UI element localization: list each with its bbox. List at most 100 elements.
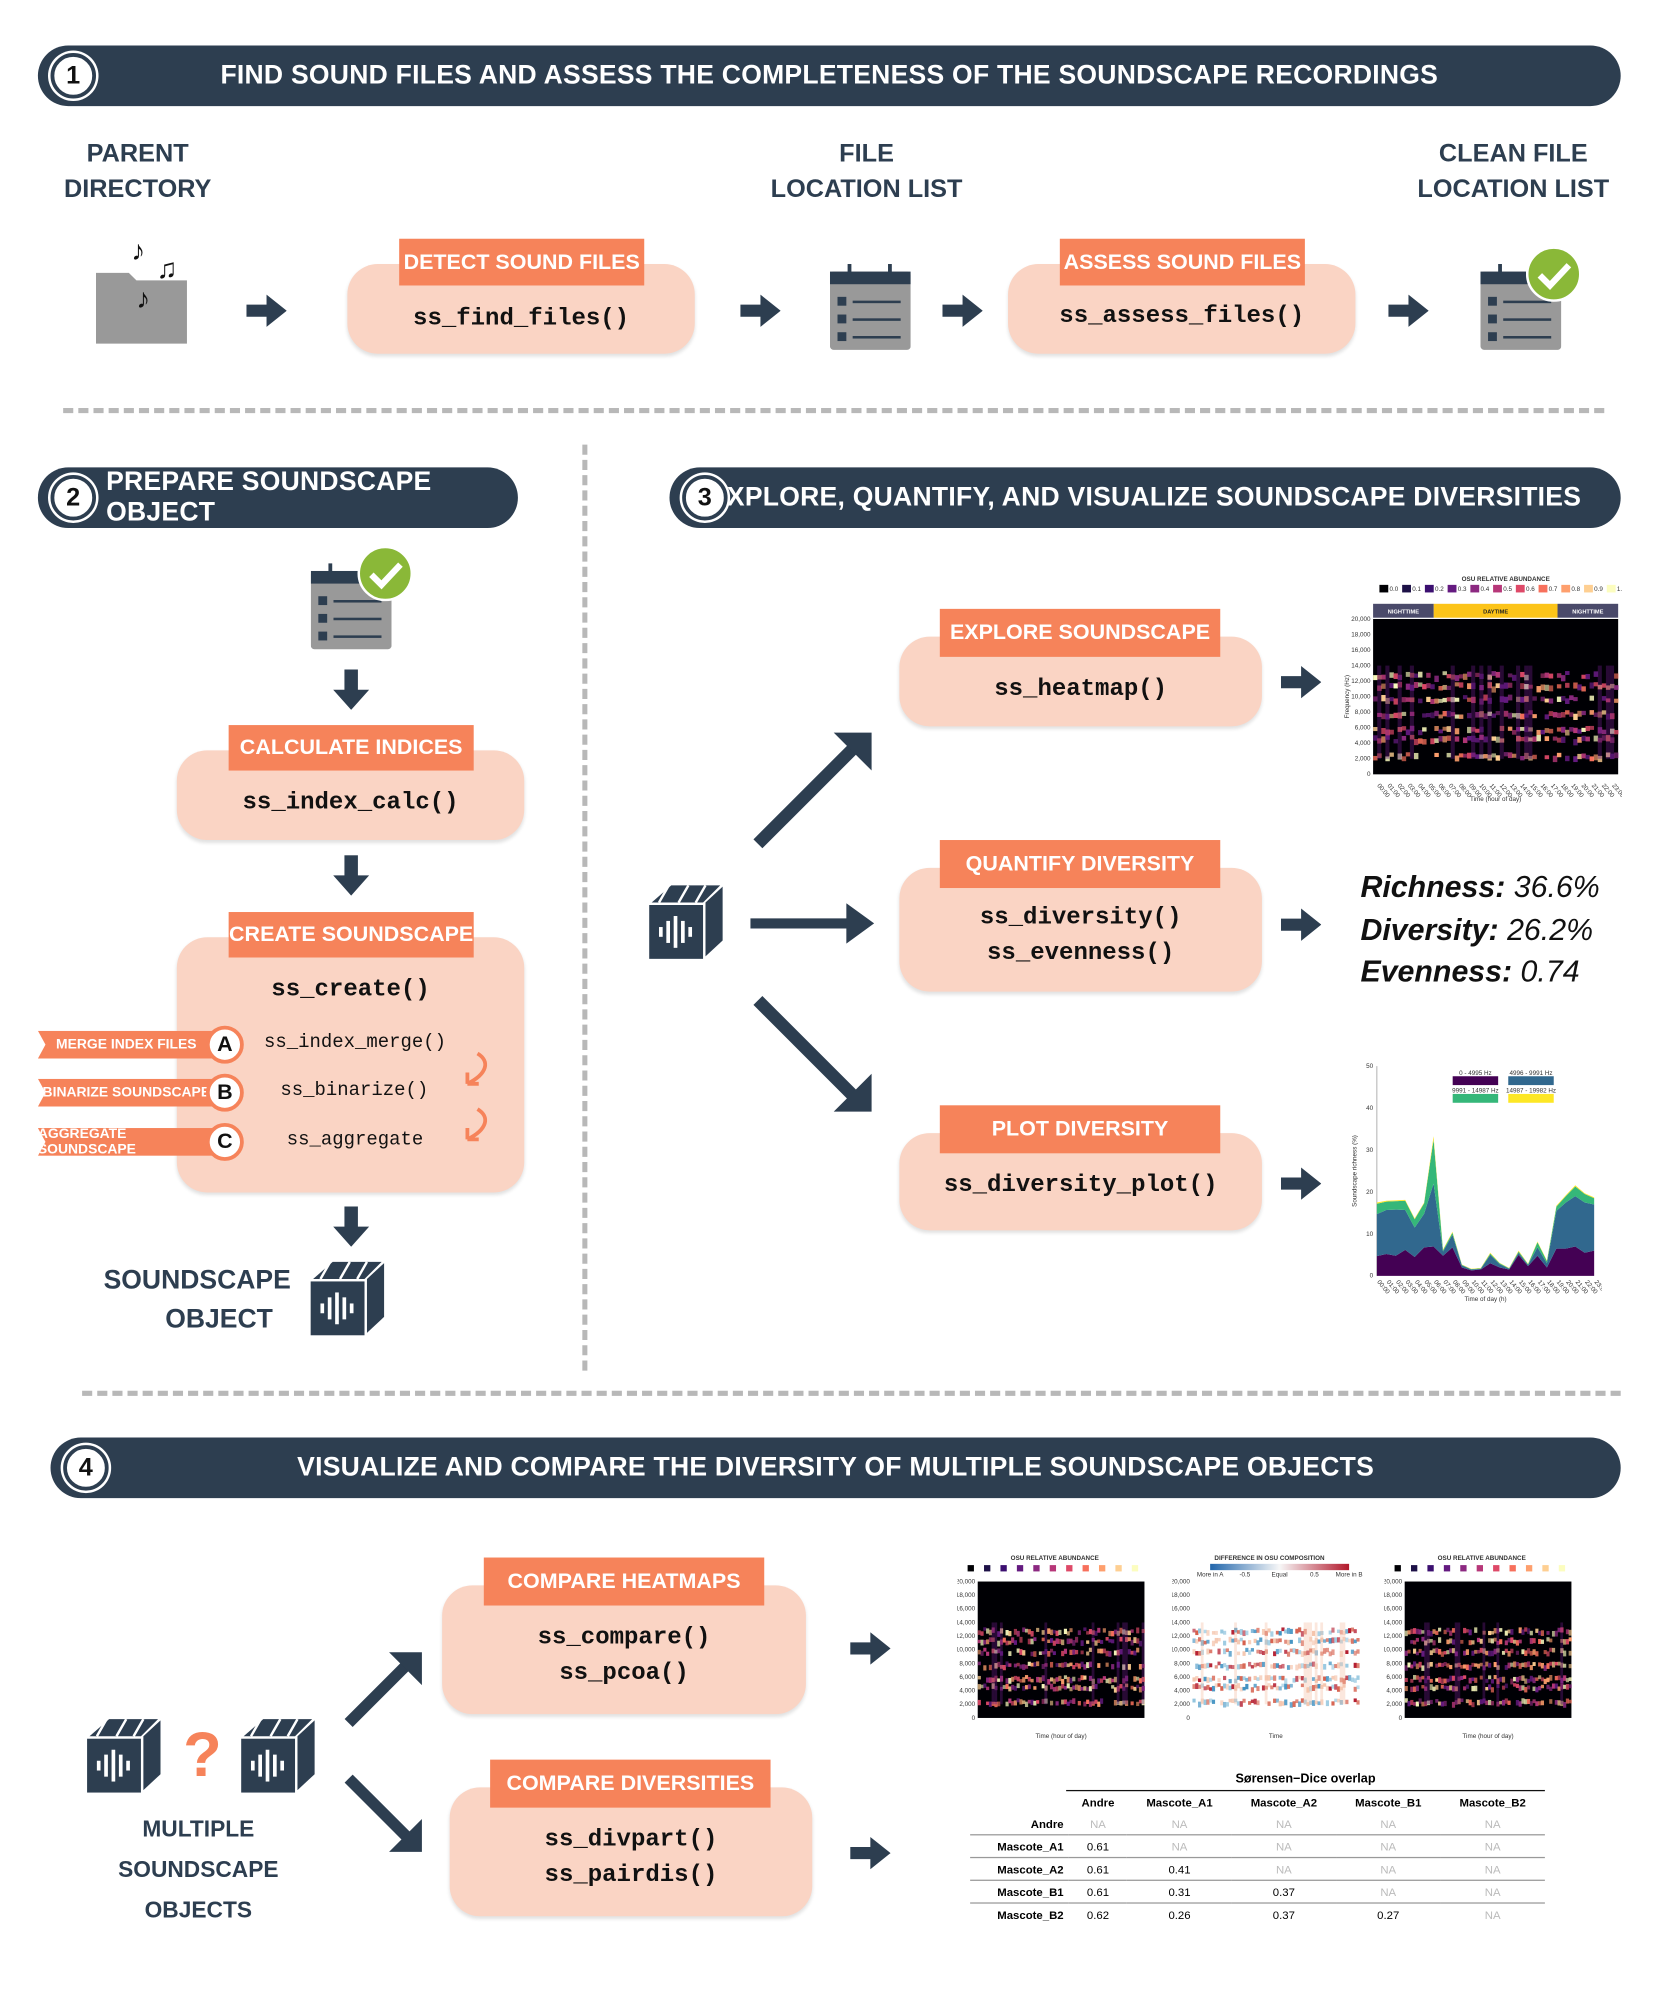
heatmap-cell bbox=[1373, 735, 1378, 741]
substep-function: ss_aggregate bbox=[286, 1129, 424, 1151]
heatmap-cell bbox=[1438, 1701, 1442, 1706]
heatmap-cell bbox=[1256, 1640, 1260, 1646]
heatmap-cell bbox=[1138, 1678, 1143, 1684]
step-tag: CALCULATE INDICES bbox=[228, 725, 474, 771]
heatmap-cell bbox=[1228, 1636, 1232, 1643]
arrow-down-icon bbox=[332, 669, 370, 709]
heatmap-cell bbox=[1526, 1698, 1531, 1704]
heatmap-cell bbox=[1259, 1637, 1263, 1642]
heatmap-cell bbox=[1323, 1639, 1327, 1643]
heatmap-cell bbox=[1468, 1629, 1472, 1636]
heatmap-cell bbox=[1097, 1627, 1101, 1633]
heatmap-cell bbox=[1467, 683, 1472, 690]
heatmap-cell bbox=[1086, 1662, 1090, 1669]
y-tick-label: 20,000 bbox=[958, 1578, 976, 1585]
y-tick-label: 20,000 bbox=[1384, 1578, 1402, 1585]
heatmap-cell bbox=[1585, 725, 1590, 732]
heatmap-cell bbox=[1421, 1701, 1425, 1707]
label-line: LOCATION LIST bbox=[770, 175, 963, 204]
heatmap-cell bbox=[1488, 1638, 1492, 1643]
heatmap-cell bbox=[1192, 1684, 1196, 1689]
heatmap-cell bbox=[1264, 1622, 1268, 1705]
table-row: Mascote_A1 0.61 NA NA NA NA bbox=[970, 1834, 1545, 1858]
heatmap-cell bbox=[1088, 1701, 1093, 1707]
heatmap-cell bbox=[1047, 1639, 1051, 1644]
heatmap-cell bbox=[1521, 1649, 1525, 1655]
heatmap-cell bbox=[1356, 1649, 1360, 1654]
heatmap-cell bbox=[1206, 1639, 1210, 1644]
heatmap-cell bbox=[1130, 1629, 1134, 1633]
heatmap-cell bbox=[1311, 1677, 1316, 1681]
heatmap-cell bbox=[1273, 1698, 1277, 1703]
heatmap-cell bbox=[1434, 710, 1439, 717]
heatmap-cell bbox=[1589, 695, 1595, 701]
y-tick-label: 14,000 bbox=[958, 1619, 976, 1626]
heatmap-cell bbox=[1381, 713, 1386, 720]
heatmap-cell bbox=[1526, 1648, 1531, 1654]
heatmap-cell bbox=[1524, 1678, 1528, 1684]
y-tick-label: 16,000 bbox=[1351, 647, 1371, 654]
heatmap-cell bbox=[1510, 1678, 1514, 1685]
heatmap-cell bbox=[1311, 1640, 1316, 1646]
heatmap-cell bbox=[1446, 1639, 1450, 1645]
heatmap-cell bbox=[1446, 735, 1452, 741]
heatmap-cell bbox=[1475, 728, 1480, 733]
heatmap-cell bbox=[1554, 1630, 1558, 1637]
heatmap-background bbox=[1373, 618, 1619, 775]
heatmap-cell bbox=[1513, 1683, 1517, 1687]
heatmap-cell bbox=[986, 1639, 990, 1645]
legend-label: 9991 - 14987 Hz bbox=[1452, 1088, 1499, 1095]
heatmap-cell bbox=[1485, 1700, 1489, 1706]
heatmap-cell bbox=[1011, 1637, 1015, 1643]
heatmap-cell bbox=[1511, 753, 1517, 758]
heatmap-cell bbox=[1217, 1661, 1221, 1666]
heatmap-cell bbox=[1540, 684, 1546, 691]
table-cell: NA bbox=[1090, 1817, 1106, 1830]
heatmap-cell bbox=[1538, 1631, 1542, 1636]
heatmap-cell bbox=[1462, 673, 1468, 680]
y-tick-label: 8,000 bbox=[1386, 1660, 1402, 1667]
heatmap-cell bbox=[1485, 1686, 1489, 1691]
heatmap-cell bbox=[1407, 1662, 1411, 1668]
heatmap-cell bbox=[1353, 1639, 1357, 1644]
heatmap-cell bbox=[1488, 1630, 1492, 1636]
heatmap-cell bbox=[1127, 1630, 1131, 1636]
legend-swatch bbox=[1394, 1565, 1401, 1572]
heatmap-cell bbox=[986, 1628, 990, 1634]
heatmap-cell bbox=[1231, 1698, 1235, 1704]
heatmap-cell bbox=[1286, 1639, 1291, 1646]
heatmap-cell bbox=[1438, 686, 1443, 691]
heatmap-cell bbox=[1220, 1686, 1224, 1691]
heatmap-cell bbox=[1446, 1678, 1450, 1683]
heatmap-cell bbox=[1532, 736, 1537, 742]
heatmap-cell bbox=[1049, 1677, 1054, 1682]
heatmap-cell bbox=[977, 1639, 981, 1644]
soundscape-cube-icon bbox=[647, 883, 725, 961]
heatmap-cell bbox=[1552, 712, 1558, 718]
heatmap-cell bbox=[1008, 1630, 1012, 1637]
heatmap-cell bbox=[1002, 1637, 1006, 1643]
y-tick-label: 16,000 bbox=[1384, 1606, 1402, 1613]
row-header: Andre bbox=[1030, 1817, 1064, 1830]
substep-letter: B bbox=[205, 1073, 244, 1112]
heatmap-cell bbox=[1438, 1627, 1442, 1632]
legend-label: 0.1 bbox=[1412, 586, 1421, 593]
heatmap-cell bbox=[1348, 1638, 1352, 1643]
heatmap-cell bbox=[1491, 671, 1497, 676]
heatmap-cell bbox=[1554, 1675, 1558, 1681]
heatmap-cell bbox=[1504, 1630, 1508, 1636]
heatmap-cell bbox=[1086, 1699, 1090, 1704]
heatmap-cell bbox=[1267, 1628, 1271, 1633]
heatmap-cell bbox=[1560, 726, 1566, 733]
heatmap-cell bbox=[1298, 1701, 1302, 1707]
period-label: NIGHTTIME bbox=[1572, 609, 1603, 615]
heatmap-cell bbox=[1063, 1628, 1068, 1635]
heatmap-cell bbox=[1410, 1664, 1414, 1669]
heatmap-cell bbox=[1465, 1649, 1469, 1655]
heatmap-cell bbox=[1413, 752, 1419, 760]
heatmap-cell bbox=[1002, 1664, 1006, 1671]
legend-swatch bbox=[1470, 584, 1480, 593]
table-cell: NA bbox=[1440, 1856, 1545, 1881]
heatmap-cell bbox=[1430, 712, 1435, 719]
table-cell: NA bbox=[1127, 1834, 1232, 1858]
